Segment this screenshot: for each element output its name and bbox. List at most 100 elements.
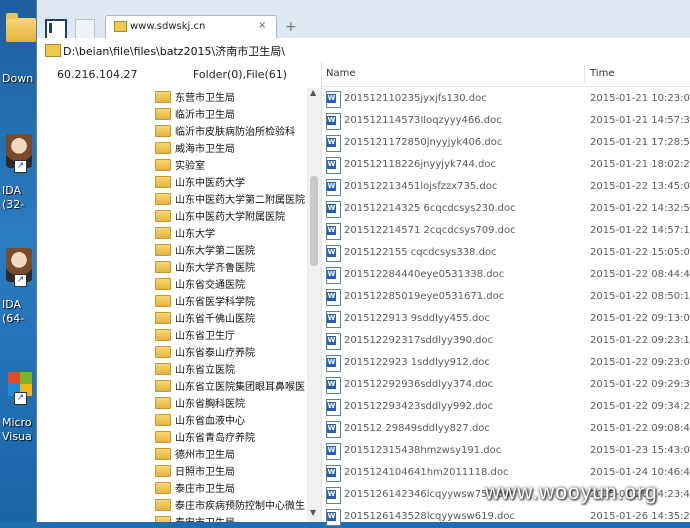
word-doc-icon bbox=[326, 179, 341, 196]
folder-icon bbox=[155, 380, 171, 392]
file-row[interactable]: 2015122155 cqcdcsys338.doc 2015-01-22 15:… bbox=[322, 242, 690, 264]
tree-item-label: 日照市卫生局 bbox=[175, 467, 235, 478]
file-list-header: Name Time bbox=[322, 62, 690, 87]
file-time: 2015-01-22 09:29:36 bbox=[590, 379, 690, 390]
file-row[interactable]: 201512292936sddlyy374.doc 2015-01-22 09:2… bbox=[322, 374, 690, 396]
tree-item-label: 山东省胸科医院 bbox=[175, 399, 245, 410]
word-doc-icon bbox=[326, 443, 341, 460]
tree-item-label: 山东中医药大学第二附属医院 bbox=[175, 195, 305, 206]
folder-icon bbox=[155, 108, 171, 120]
file-row[interactable]: 2015122923 1sddlyy912.doc 2015-01-22 09:2… bbox=[322, 352, 690, 374]
file-row[interactable]: 2015122913 9sddlyy455.doc 2015-01-22 09:1… bbox=[322, 308, 690, 330]
file-name: 201512 29849sddlyy827.doc bbox=[344, 423, 490, 434]
word-doc-icon bbox=[326, 421, 341, 438]
desktop-icon-ida64[interactable]: ↗ IDA (64- bbox=[2, 248, 38, 325]
tree-item-label: 德州市卫生局 bbox=[175, 450, 235, 461]
file-row[interactable]: 201512214325 6cqcdcsys230.doc 2015-01-22 … bbox=[322, 198, 690, 220]
tab-title: www.sdwskj.cn bbox=[130, 21, 206, 32]
shortcut-arrow-icon: ↗ bbox=[14, 392, 27, 405]
address-bar[interactable]: D:\beian\file\files\batz2015\济南市卫生局\ bbox=[37, 38, 690, 63]
tree-item-label: 实验室 bbox=[175, 161, 205, 172]
tree-item-label: 山东中医药大学 bbox=[175, 178, 245, 189]
file-time: 2015-01-22 14:32:56 bbox=[590, 203, 690, 214]
folder-file-count: Folder(0),File(61) bbox=[193, 68, 288, 81]
folder-icon bbox=[155, 516, 171, 522]
tree-item-label: 山东中医药大学附属医院 bbox=[175, 212, 285, 223]
file-row[interactable]: 201512293423sddlyy992.doc 2015-01-22 09:3… bbox=[322, 396, 690, 418]
scroll-thumb[interactable] bbox=[310, 176, 318, 266]
file-time: 2015-01-21 17:28:50 bbox=[590, 137, 690, 148]
file-name: 201512214571 2cqcdcsys709.doc bbox=[344, 225, 516, 236]
file-row[interactable]: 2015121172850jnyyjyk406.doc 2015-01-21 17… bbox=[322, 132, 690, 154]
tree-item-label: 山东省交通医院 bbox=[175, 280, 245, 291]
folder-icon bbox=[155, 414, 171, 426]
folder-icon bbox=[155, 278, 171, 290]
word-doc-icon bbox=[326, 135, 341, 152]
close-icon[interactable]: × bbox=[258, 20, 266, 31]
file-row[interactable]: 201512285019eye0531671.doc 2015-01-22 08:… bbox=[322, 286, 690, 308]
word-doc-icon bbox=[326, 289, 341, 306]
folder-icon bbox=[155, 210, 171, 222]
tree-item-label: 山东大学 bbox=[175, 229, 215, 240]
file-name: 201512110235jyxjfs130.doc bbox=[344, 93, 487, 104]
folder-icon bbox=[6, 13, 36, 42]
tree-scrollbar[interactable]: ▲ ▼ bbox=[307, 88, 321, 522]
folder-icon bbox=[155, 91, 171, 103]
file-time: 2015-01-26 14:35:28 bbox=[590, 511, 690, 522]
desktop-icon-ida32[interactable]: ↗ IDA (32- bbox=[2, 134, 38, 211]
tree-item-label: 山东省卫生厅 bbox=[175, 331, 235, 342]
desktop-icon-label: Down bbox=[2, 72, 34, 85]
file-row[interactable]: 201512315438hmzwsy191.doc 2015-01-23 15:4… bbox=[322, 440, 690, 462]
file-row[interactable]: 201512114573Iloqzyyy466.doc 2015-01-21 14… bbox=[322, 110, 690, 132]
tab-active[interactable]: www.sdwskj.cn × bbox=[105, 15, 277, 39]
file-row[interactable]: 2015126143528lcqyywsw619.doc 2015-01-26 1… bbox=[322, 506, 690, 528]
tree-item-label: 山东大学第二医院 bbox=[175, 246, 255, 257]
file-time: 2015-01-21 10:23:05 bbox=[590, 93, 690, 104]
folder-icon bbox=[155, 465, 171, 477]
folder-icon bbox=[45, 44, 61, 57]
word-doc-icon bbox=[326, 487, 341, 504]
panel-icon bbox=[49, 23, 52, 33]
word-doc-icon bbox=[326, 377, 341, 394]
folder-icon bbox=[155, 448, 171, 460]
new-tab-button[interactable]: + bbox=[285, 19, 297, 35]
desktop-icon-label-2: (64- bbox=[2, 312, 25, 325]
tree-item-label: 泰庄市疾病预防控制中心微生 bbox=[175, 501, 305, 512]
column-separator[interactable] bbox=[584, 65, 585, 83]
shortcut-arrow-icon: ↗ bbox=[14, 274, 27, 287]
file-row[interactable]: 201512 29849sddlyy827.doc 2015-01-22 09:0… bbox=[322, 418, 690, 440]
scroll-down-icon[interactable]: ▼ bbox=[310, 508, 316, 517]
column-header-name[interactable]: Name bbox=[326, 68, 356, 79]
word-doc-icon bbox=[326, 267, 341, 284]
file-row[interactable]: 201512110235jyxjfs130.doc 2015-01-21 10:2… bbox=[322, 88, 690, 110]
folder-icon bbox=[155, 244, 171, 256]
folder-icon bbox=[155, 261, 171, 273]
file-row[interactable]: 201512213451lojsfzzx735.doc 2015-01-22 13… bbox=[322, 176, 690, 198]
tree-item-label: 山东省立医院集团眼耳鼻喉医 bbox=[175, 382, 305, 393]
tab-list-button[interactable] bbox=[75, 19, 95, 39]
file-time: 2015-01-22 08:44:40 bbox=[590, 269, 690, 280]
file-time: 2015-01-22 13:45:01 bbox=[590, 181, 690, 192]
file-row[interactable]: 201512214571 2cqcdcsys709.doc 2015-01-22 … bbox=[322, 220, 690, 242]
word-doc-icon bbox=[326, 509, 341, 526]
word-doc-icon bbox=[326, 113, 341, 130]
file-name: 2015122913 9sddlyy455.doc bbox=[344, 313, 490, 324]
desktop-icon-visual-studio[interactable]: ↗ Micro Visua bbox=[2, 370, 38, 443]
file-row[interactable]: 201512292317sddlyy390.doc 2015-01-22 09:2… bbox=[322, 330, 690, 352]
file-time: 2015-01-23 15:43:08 bbox=[590, 445, 690, 456]
word-doc-icon bbox=[326, 91, 341, 108]
word-doc-icon bbox=[326, 333, 341, 350]
folder-icon bbox=[155, 125, 171, 137]
word-doc-icon bbox=[326, 245, 341, 262]
file-name: 201512285019eye0531671.doc bbox=[344, 291, 505, 302]
tree-item-label: 临沂市皮肤病防治所检验科 bbox=[175, 127, 295, 138]
file-row[interactable]: 201512284440eye0531338.doc 2015-01-22 08:… bbox=[322, 264, 690, 286]
column-header-time[interactable]: Time bbox=[590, 68, 614, 79]
file-time: 2015-01-22 09:23:17 bbox=[590, 335, 690, 346]
tree-item-label: 山东省立医院 bbox=[175, 365, 235, 376]
tree-item-label: 山东大学齐鲁医院 bbox=[175, 263, 255, 274]
file-row[interactable]: 201512118226jnyyjyk744.doc 2015-01-21 18:… bbox=[322, 154, 690, 176]
scroll-up-icon[interactable]: ▲ bbox=[310, 88, 316, 97]
folder-icon bbox=[155, 159, 171, 171]
desktop-icon-downloads[interactable]: Down bbox=[2, 13, 38, 85]
